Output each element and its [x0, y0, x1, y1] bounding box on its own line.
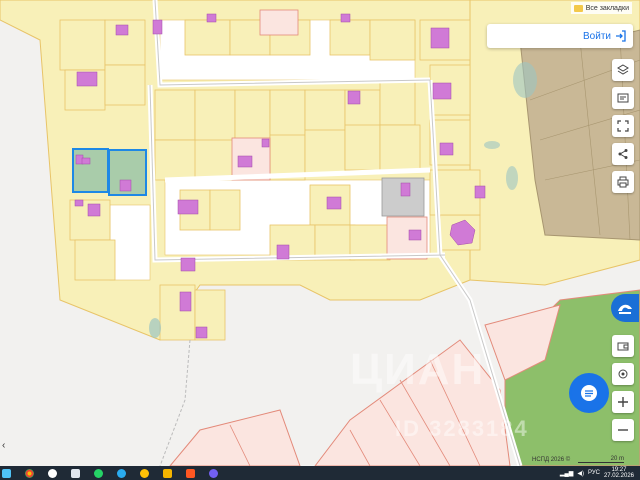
- windows-start-icon[interactable]: [2, 468, 11, 478]
- zoom-out-button[interactable]: [612, 419, 634, 441]
- zoom-out-icon: [618, 429, 628, 431]
- login-button[interactable]: Войти: [583, 30, 627, 42]
- zoom-in-button[interactable]: [612, 391, 634, 413]
- wallet-button[interactable]: [612, 335, 634, 357]
- map-type-icon: [617, 93, 629, 103]
- whatsapp-icon[interactable]: [94, 468, 103, 478]
- location-button[interactable]: [612, 363, 634, 385]
- layers-button[interactable]: [612, 59, 634, 81]
- clock[interactable]: 19:27 27.02.2026: [604, 467, 634, 479]
- volume-icon[interactable]: ◀): [577, 470, 584, 477]
- system-tray: ▂▄▆ ◀) РУС 19:27 27.02.2026: [560, 466, 634, 480]
- weather-icon[interactable]: [140, 468, 149, 478]
- watermark-id: ID 3283184: [395, 416, 529, 441]
- yandex-icon[interactable]: [48, 468, 57, 478]
- cian-logo-icon: [618, 304, 632, 314]
- map-canvas[interactable]: [0, 0, 640, 466]
- map-type-button[interactable]: [612, 87, 634, 109]
- file-manager-icon[interactable]: [163, 468, 172, 478]
- login-panel: Войти: [487, 24, 633, 48]
- gallery-icon[interactable]: [186, 468, 195, 478]
- language-indicator[interactable]: РУС: [588, 470, 600, 476]
- bookmarks-bar-item[interactable]: Все закладки: [570, 2, 632, 14]
- login-label: Войти: [583, 30, 611, 42]
- chrome-icon[interactable]: [25, 468, 34, 478]
- chat-button[interactable]: [569, 373, 609, 413]
- telegram-icon[interactable]: [117, 468, 126, 478]
- select-area-button[interactable]: [612, 115, 634, 137]
- folder-icon: [573, 4, 583, 12]
- viber-icon[interactable]: [209, 468, 218, 478]
- print-icon: [617, 176, 629, 188]
- scale-bar: 20 m: [578, 456, 624, 463]
- chat-icon: [581, 385, 597, 401]
- select-area-icon: [617, 120, 629, 132]
- wallet-icon: [617, 342, 629, 351]
- share-button[interactable]: [612, 143, 634, 165]
- clock-date: 27.02.2026: [603, 473, 634, 479]
- cadastral-map[interactable]: ЦИАН ID 3283184 НСПД 2026 © 20 m ‹: [0, 0, 640, 466]
- share-icon: [618, 149, 628, 159]
- zoom-in-icon: [618, 397, 628, 407]
- bookmarks-label: Все закладки: [585, 4, 629, 12]
- print-button[interactable]: [612, 171, 634, 193]
- network-icon[interactable]: ▂▄▆: [560, 470, 573, 477]
- chevron-left-icon[interactable]: ‹: [2, 440, 5, 451]
- taskbar: ▂▄▆ ◀) РУС 19:27 27.02.2026: [0, 466, 640, 480]
- cian-button[interactable]: [611, 294, 639, 322]
- login-icon: [616, 30, 626, 42]
- file-explorer-icon[interactable]: [71, 468, 80, 478]
- location-icon: [618, 369, 628, 379]
- layers-icon: [617, 64, 629, 75]
- map-attribution: НСПД 2026 ©: [532, 457, 571, 463]
- watermark-brand: ЦИАН: [350, 345, 486, 394]
